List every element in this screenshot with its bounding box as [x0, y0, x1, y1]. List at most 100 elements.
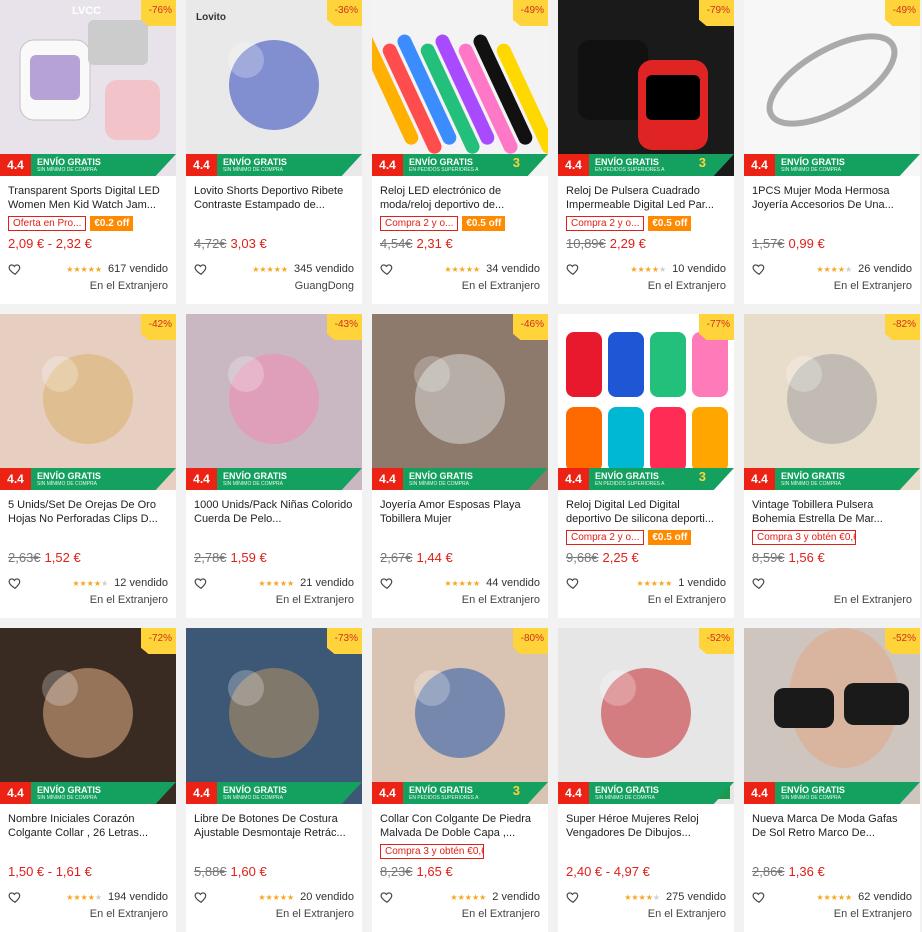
star-icon: ★	[279, 892, 287, 902]
product-title[interactable]: 1PCS Mujer Moda Hermosa Joyería Accesori…	[744, 176, 920, 214]
heart-icon[interactable]	[380, 262, 394, 276]
product-image[interactable]: -49% 4.4 ENVÍO GRATIS EN PEDIDOS SUPERIORES…	[372, 0, 548, 176]
heart-icon[interactable]	[752, 890, 766, 904]
promo-tags: Compra 2 y o... €0.5 off	[558, 214, 734, 232]
star-icon: ★	[651, 264, 659, 274]
heart-icon[interactable]	[752, 576, 766, 590]
heart-icon[interactable]	[194, 890, 208, 904]
product-title[interactable]: Joyería Amor Esposas Playa Tobillera Muj…	[372, 490, 548, 528]
promo-tags	[186, 214, 362, 232]
price-row: 10,89€ 2,29 €	[558, 232, 734, 260]
heart-icon[interactable]	[566, 262, 580, 276]
discount-badge: -73%	[326, 628, 362, 654]
star-icon: ★	[80, 264, 88, 274]
star-icon: ★	[94, 264, 103, 274]
star-icon: ★	[479, 892, 487, 902]
heart-icon[interactable]	[752, 262, 766, 276]
product-title[interactable]: Reloj De Pulsera Cuadrado Impermeable Di…	[558, 176, 734, 214]
heart-icon[interactable]	[8, 890, 22, 904]
heart-icon[interactable]	[380, 576, 394, 590]
heart-icon[interactable]	[380, 890, 394, 904]
shipping-band: ENVÍO GRATIS SIN MÍNIMO DE COMPRA	[775, 782, 920, 804]
star-icon: ★	[273, 264, 281, 274]
product-photo	[744, 0, 920, 176]
product-title[interactable]: Transparent Sports Digital LED Women Men…	[0, 176, 176, 214]
product-card[interactable]: LVCC -76% 4.4 ENVÍO GRATIS SIN MÍNIMO DE COM…	[0, 0, 176, 304]
product-image[interactable]: -43% 4.4 ENVÍO GRATIS SIN MÍNIMO DE COMPRA	[186, 314, 362, 490]
rating-row: ★ ★ ★ ★ ★ 2 vendido	[372, 888, 548, 906]
sale-price: 1,52 €	[44, 550, 81, 565]
sale-price: 3,03 €	[230, 236, 267, 251]
shipping-headline: ENVÍO GRATIS	[781, 785, 845, 795]
product-title[interactable]: Collar Con Colgante De Piedra Malvada De…	[372, 804, 548, 842]
product-image[interactable]: -79% 4.4 ENVÍO GRATIS EN PEDIDOS SUPERIORES…	[558, 0, 734, 176]
free-shipping-banner: 4.4 ENVÍO GRATIS EN PEDIDOS SUPERIORES A 3	[558, 154, 734, 176]
product-title[interactable]: Super Héroe Mujeres Reloj Vengadores De …	[558, 804, 734, 842]
heart-icon[interactable]	[8, 576, 22, 590]
product-card[interactable]: -46% 4.4 ENVÍO GRATIS SIN MÍNIMO DE COMPRA J…	[372, 314, 548, 618]
discount-badge: -80%	[512, 628, 548, 654]
product-card[interactable]: -80% 4.4 ENVÍO GRATIS EN PEDIDOS SUPERIORES…	[372, 628, 548, 932]
shipping-band: ENVÍO GRATIS SIN MÍNIMO DE COMPRA	[31, 154, 176, 176]
star-icon: ★	[444, 578, 452, 588]
product-card[interactable]: -72% 4.4 ENVÍO GRATIS SIN MÍNIMO DE COMPRA N…	[0, 628, 176, 932]
product-card[interactable]: -79% 4.4 ENVÍO GRATIS EN PEDIDOS SUPERIORES…	[558, 0, 734, 304]
star-icon: ★	[823, 892, 831, 902]
heart-icon[interactable]	[566, 890, 580, 904]
star-icon: ★	[458, 264, 466, 274]
heart-icon[interactable]	[566, 576, 580, 590]
product-image[interactable]: -46% 4.4 ENVÍO GRATIS SIN MÍNIMO DE COMPRA	[372, 314, 548, 490]
product-image[interactable]: -72% 4.4 ENVÍO GRATIS SIN MÍNIMO DE COMPRA	[0, 628, 176, 804]
shipping-subline: SIN MÍNIMO DE COMPRA	[223, 481, 284, 487]
event-badge: 4.4	[372, 782, 403, 804]
product-title[interactable]: Libre De Botones De Costura Ajustable De…	[186, 804, 362, 842]
product-card[interactable]: Lovito -36% 4.4 ENVÍO GRATIS SIN MÍNIMO DE C…	[186, 0, 362, 304]
heart-icon[interactable]	[194, 576, 208, 590]
heart-icon[interactable]	[8, 262, 22, 276]
product-card[interactable]: -82% 4.4 ENVÍO GRATIS SIN MÍNIMO DE COMPRA V…	[744, 314, 920, 618]
product-image[interactable]: DORIGION-52%4.4ENVÍO GRATISSIN MÍNIMO DE…	[558, 628, 734, 804]
star-icon: ★	[643, 578, 651, 588]
product-title[interactable]: 1000 Unids/Pack Niñas Colorido Cuerda De…	[186, 490, 362, 528]
star-icon: ★	[473, 264, 481, 274]
product-title[interactable]: Nueva Marca De Moda Gafas De Sol Retro M…	[744, 804, 920, 842]
sold-count: 1 vendido	[678, 577, 726, 589]
product-image[interactable]: -82% 4.4 ENVÍO GRATIS SIN MÍNIMO DE COMPRA	[744, 314, 920, 490]
product-title[interactable]: Nombre Iniciales Corazón Colgante Collar…	[0, 804, 176, 842]
product-image[interactable]: -42% 4.4 ENVÍO GRATIS SIN MÍNIMO DE COMPRA	[0, 314, 176, 490]
shipping-subline: SIN MÍNIMO DE COMPRA	[595, 795, 656, 801]
product-image[interactable]: Lovito -36% 4.4 ENVÍO GRATIS SIN MÍNIMO DE C…	[186, 0, 362, 176]
shipping-subline: SIN MÍNIMO DE COMPRA	[223, 167, 284, 173]
heart-icon[interactable]	[194, 262, 208, 276]
product-image[interactable]: -80% 4.4 ENVÍO GRATIS EN PEDIDOS SUPERIORES…	[372, 628, 548, 804]
product-card[interactable]: -52% 4.4 ENVÍO GRATIS SIN MÍNIMO DE COMPRA N…	[744, 628, 920, 932]
product-image[interactable]: -77% 4.4 ENVÍO GRATIS EN PEDIDOS SUPERIORES…	[558, 314, 734, 490]
product-card[interactable]: -49% 4.4 ENVÍO GRATIS EN PEDIDOS SUPERIORES…	[372, 0, 548, 304]
sale-price: 1,36 €	[788, 864, 825, 879]
product-title[interactable]: Reloj Digital Led Digital deportivo De s…	[558, 490, 734, 528]
product-title[interactable]: Vintage Tobillera Pulsera Bohemia Estrel…	[744, 490, 920, 528]
product-card[interactable]: -73% 4.4 ENVÍO GRATIS SIN MÍNIMO DE COMPRA L…	[186, 628, 362, 932]
product-image[interactable]: -73% 4.4 ENVÍO GRATIS SIN MÍNIMO DE COMPRA	[186, 628, 362, 804]
ship-origin: En el Extranjero	[833, 280, 912, 292]
product-title[interactable]: 5 Unids/Set De Orejas De Oro Hojas No Pe…	[0, 490, 176, 528]
star-icon: ★	[287, 892, 295, 902]
promo-tags	[0, 528, 176, 546]
product-card[interactable]: -43% 4.4 ENVÍO GRATIS SIN MÍNIMO DE COMPRA 1…	[186, 314, 362, 618]
free-shipping-banner: 4.4 ENVÍO GRATIS SIN MÍNIMO DE COMPRA	[186, 782, 362, 804]
shipping-subline: EN PEDIDOS SUPERIORES A	[595, 481, 665, 487]
shipping-subline: SIN MÍNIMO DE COMPRA	[223, 795, 284, 801]
product-image[interactable]: LVCC -76% 4.4 ENVÍO GRATIS SIN MÍNIMO DE COM…	[0, 0, 176, 176]
product-title[interactable]: Reloj LED electrónico de moda/reloj depo…	[372, 176, 548, 214]
product-image[interactable]: -52% 4.4 ENVÍO GRATIS SIN MÍNIMO DE COMPRA	[744, 628, 920, 804]
product-title[interactable]: Lovito Shorts Deportivo Ribete Contraste…	[186, 176, 362, 214]
sold-count: 62 vendido	[858, 891, 912, 903]
product-card[interactable]: DORIGION-52%4.4ENVÍO GRATISSIN MÍNIMO DE…	[558, 628, 734, 932]
star-icon: ★	[659, 264, 667, 274]
product-card[interactable]: -49% 4.4 ENVÍO GRATIS SIN MÍNIMO DE COMPRA 1…	[744, 0, 920, 304]
product-image[interactable]: -49% 4.4 ENVÍO GRATIS SIN MÍNIMO DE COMPRA	[744, 0, 920, 176]
rating-row: ★ ★ ★ ★ ★ 62 vendido	[744, 888, 920, 906]
star-rating: ★ ★ ★ ★ ★	[588, 265, 666, 274]
product-card[interactable]: -42% 4.4 ENVÍO GRATIS SIN MÍNIMO DE COMPRA 5…	[0, 314, 176, 618]
product-card[interactable]: -77% 4.4 ENVÍO GRATIS EN PEDIDOS SUPERIORES…	[558, 314, 734, 618]
